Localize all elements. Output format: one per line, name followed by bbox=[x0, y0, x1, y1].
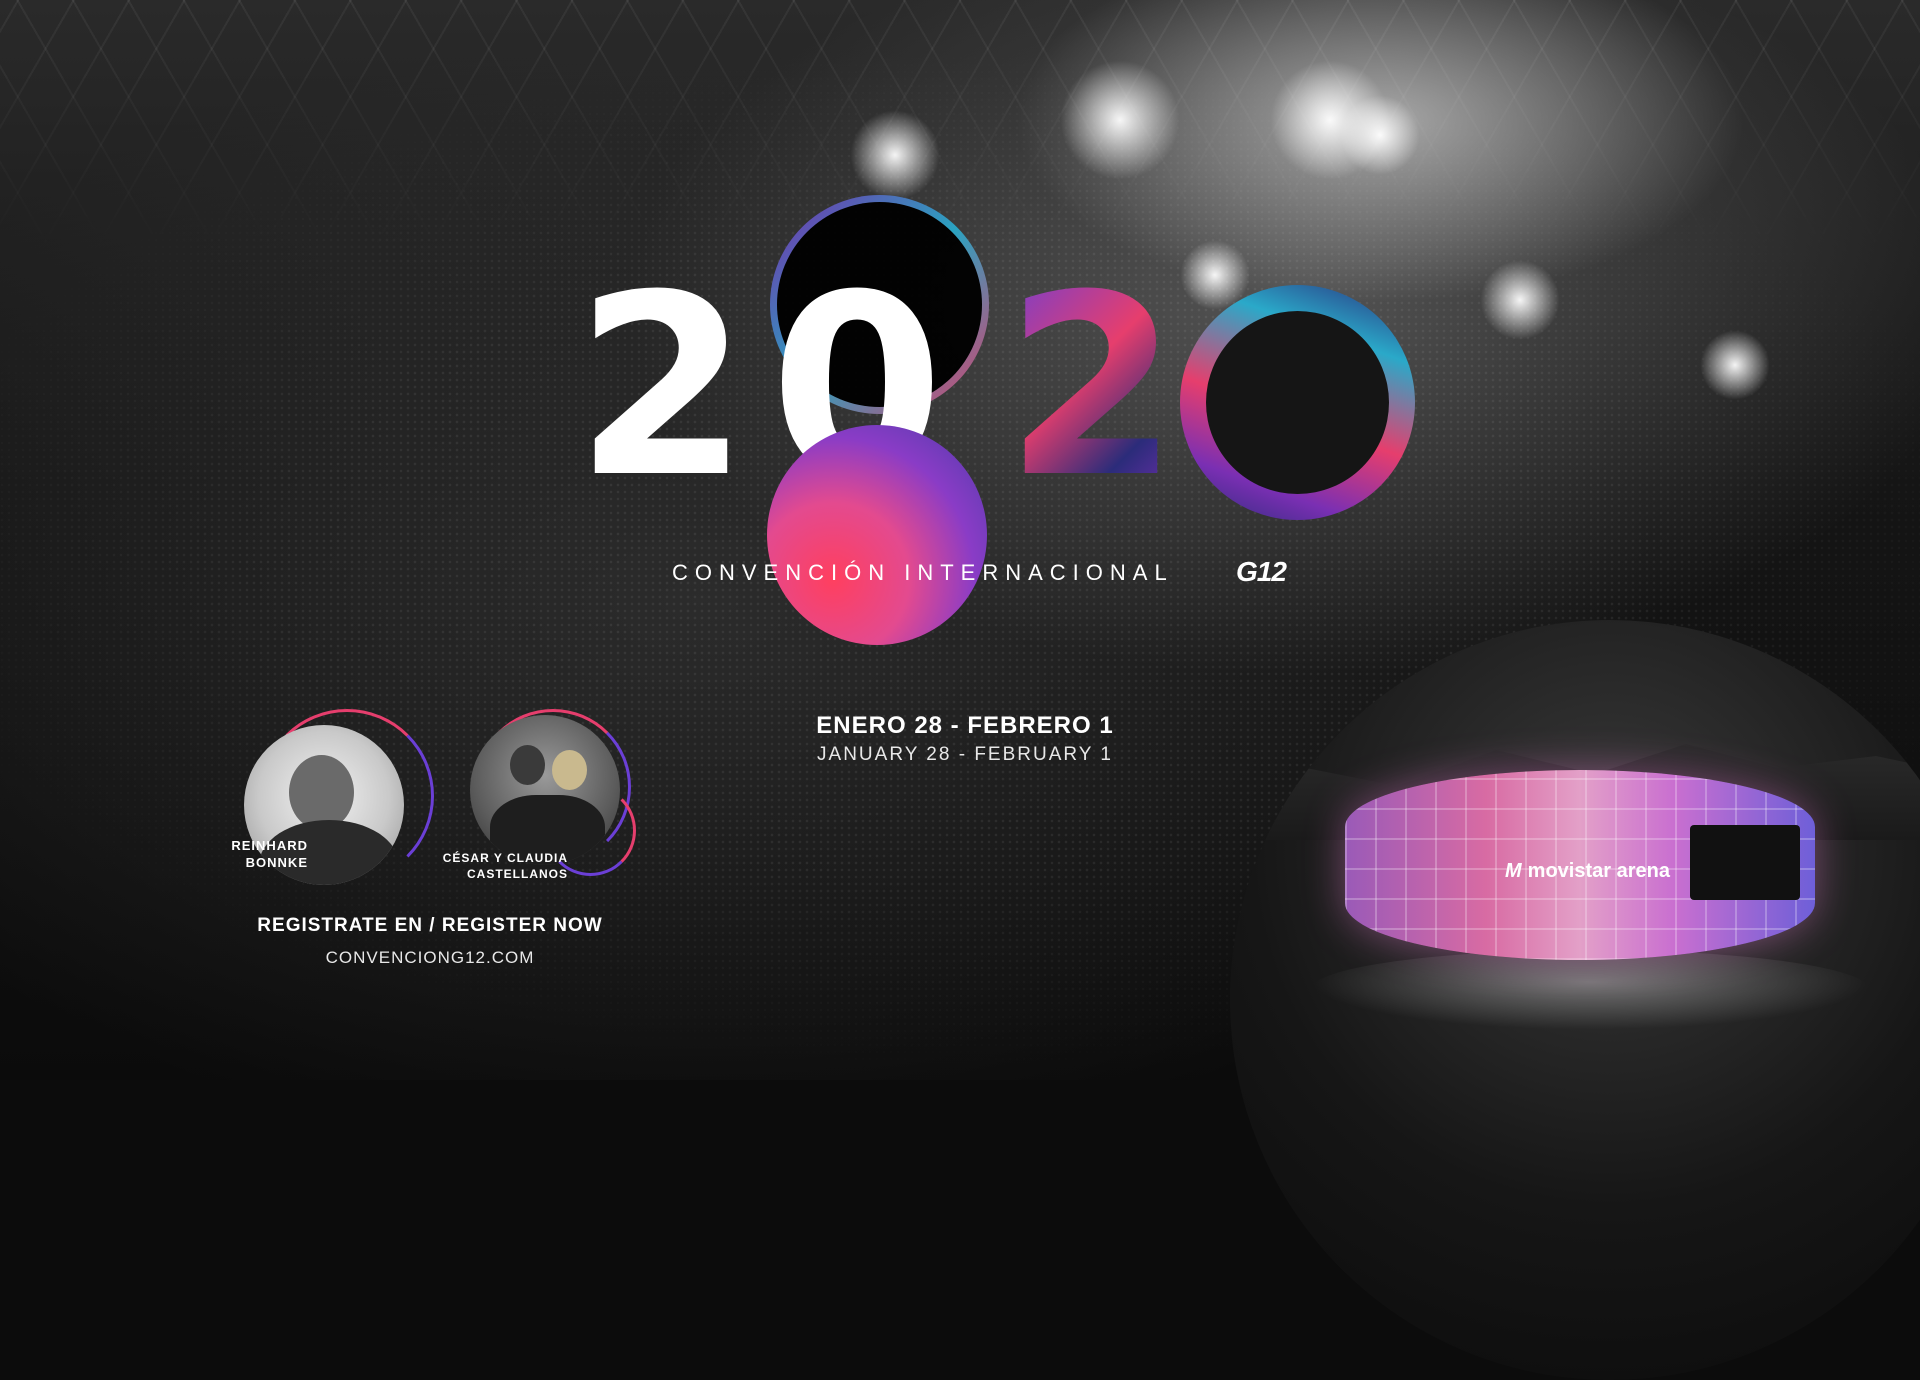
stage-light bbox=[1060, 60, 1180, 180]
movistar-m-icon: M bbox=[1505, 860, 1522, 882]
speaker-silhouette bbox=[510, 745, 545, 785]
arena-screen bbox=[1690, 825, 1800, 900]
stage-light bbox=[1340, 95, 1420, 175]
arena-base-glow bbox=[1310, 950, 1870, 1030]
event-dates-spanish: ENERO 28 - FEBRERO 1 bbox=[816, 712, 1114, 739]
website-link[interactable]: CONVENCIONG12.COM bbox=[210, 948, 650, 968]
speaker-silhouette bbox=[289, 755, 354, 830]
logo-digit-0-ring bbox=[1180, 285, 1415, 520]
venue-name: movistar arena bbox=[1527, 860, 1670, 882]
stage-light bbox=[1480, 260, 1560, 340]
event-dates-english: JANUARY 28 - FEBRUARY 1 bbox=[817, 744, 1113, 765]
stage-light bbox=[850, 110, 940, 200]
register-label: REGISTRATE EN / REGISTER NOW bbox=[257, 915, 603, 936]
logo-digit-2: 2 bbox=[575, 241, 749, 532]
speaker-name-line2: BONNKE bbox=[245, 855, 308, 870]
speaker-card: REINHARD BONNKE bbox=[210, 705, 440, 885]
speaker-name-line1: CÉSAR Y CLAUDIA bbox=[442, 851, 568, 865]
venue-logo: Mmovistar arena bbox=[1505, 860, 1670, 883]
event-tagline: CONVENCIÓN INTERNACIONAL bbox=[672, 560, 1174, 585]
speaker-silhouette bbox=[552, 750, 587, 790]
logo-digit-2-gradient: 2 bbox=[1005, 241, 1179, 532]
speaker-card: CÉSAR Y CLAUDIA CASTELLANOS bbox=[440, 705, 660, 885]
speaker-name: REINHARD BONNKE bbox=[210, 837, 308, 871]
speaker-name-line2: CASTELLANOS bbox=[467, 867, 568, 881]
speaker-name-line1: REINHARD bbox=[231, 838, 308, 853]
stage-light bbox=[1700, 330, 1770, 400]
speaker-name: CÉSAR Y CLAUDIA CASTELLANOS bbox=[440, 850, 568, 882]
logo-gradient-disc bbox=[767, 425, 987, 645]
g12-logo: G12 bbox=[1236, 556, 1287, 587]
